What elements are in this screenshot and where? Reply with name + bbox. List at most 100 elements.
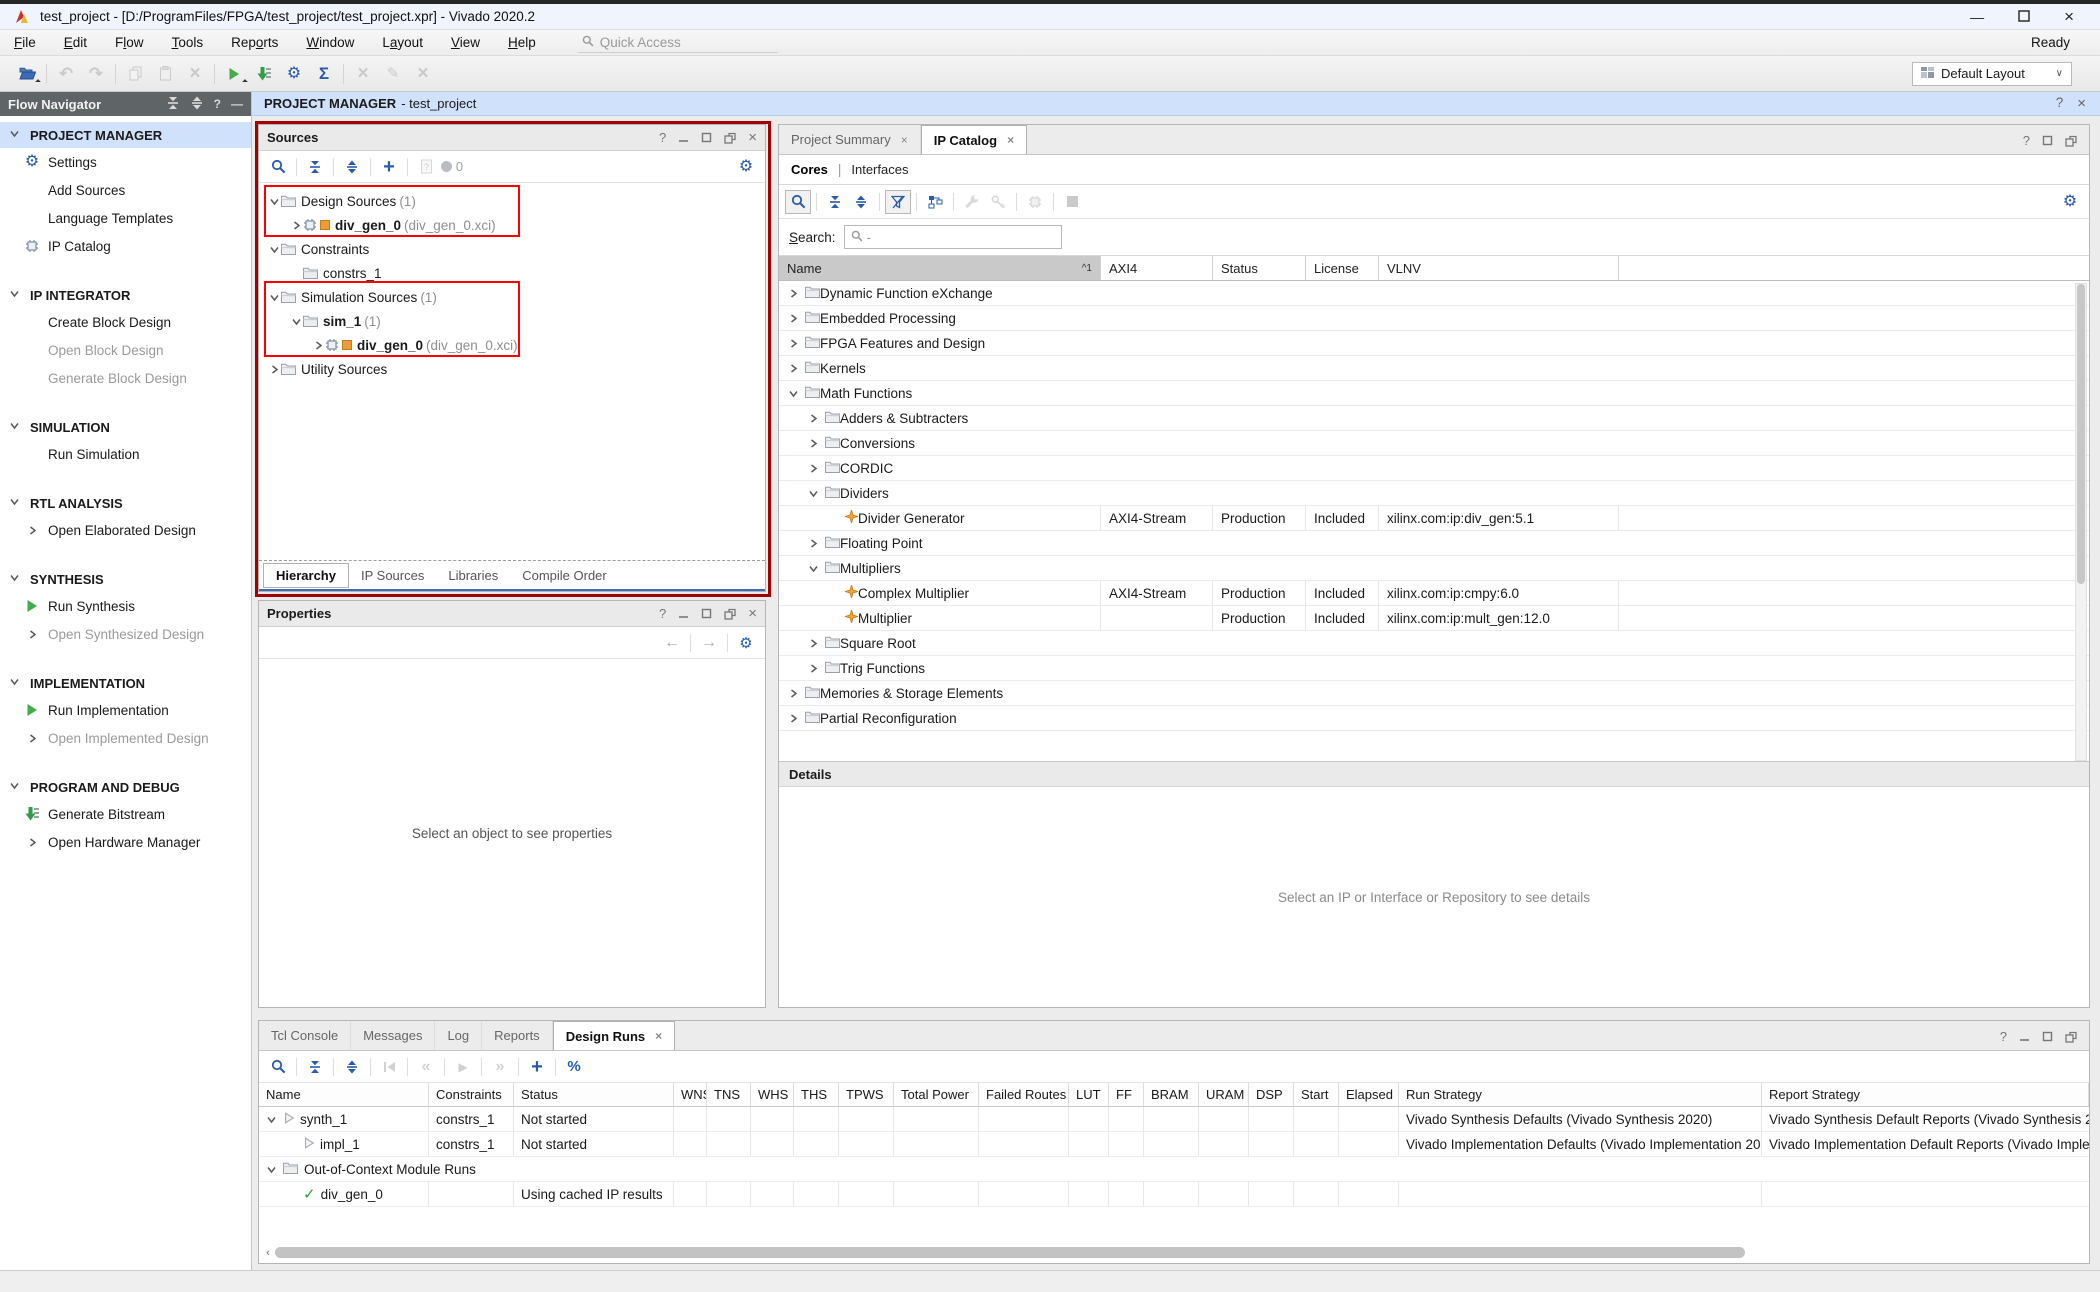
ip-tree-row-partial-reconfiguration[interactable]: Partial Reconfiguration [779,706,2089,731]
sources-tab-libraries[interactable]: Libraries [436,564,510,587]
flow-item-generate-bitstream[interactable]: Generate Bitstream [0,800,251,828]
ip-tree-row-cordic[interactable]: CORDIC [779,456,2089,481]
flow-section-header-project-manager[interactable]: PROJECT MANAGER [0,122,251,148]
chevron-right-icon[interactable] [789,361,805,376]
column-header-whs[interactable]: WHS [751,1083,794,1106]
column-header-lut[interactable]: LUT [1069,1083,1109,1106]
gear-icon[interactable]: ⚙ [2057,190,2083,214]
ip-tree-row-fpga-features-and-design[interactable]: FPGA Features and Design [779,331,2089,356]
ip-tree-row-multiplier[interactable]: MultiplierProductionIncludedxilinx.com:i… [779,606,2089,631]
search-icon[interactable] [265,1055,291,1079]
add-sources-icon[interactable]: + [376,155,402,179]
redo-icon[interactable]: ↷ [81,61,111,87]
column-header-axi4[interactable]: AXI4 [1101,256,1213,280]
column-header-report-strategy[interactable]: Report Strategy [1762,1083,2089,1106]
ip-tree-row-trig-functions[interactable]: Trig Functions [779,656,2089,681]
tab-ip-catalog[interactable]: IP Catalog× [921,125,1027,154]
sources-tab-compile-order[interactable]: Compile Order [510,564,619,587]
properties-panel-header[interactable]: Properties ?× [259,601,765,627]
create-run-icon[interactable]: + [524,1055,550,1079]
back-arrow-icon[interactable]: ← [659,631,685,655]
flow-item-open-elaborated-design[interactable]: Open Elaborated Design [0,516,251,544]
help-icon[interactable]: ? [659,130,666,145]
maximize-icon[interactable] [701,608,712,619]
column-header-failed-routes[interactable]: Failed Routes [979,1083,1069,1106]
column-header-name[interactable]: Name [259,1083,429,1106]
ip-tree-row-square-root[interactable]: Square Root [779,631,2089,656]
cancel-run-icon[interactable]: × [348,61,378,87]
flow-item-create-block-design[interactable]: Create Block Design [0,308,251,336]
scrollbar-thumb[interactable] [2077,284,2085,584]
tab-design-runs[interactable]: Design Runs× [553,1021,675,1050]
chevron-right-icon[interactable] [809,536,825,551]
float-icon[interactable] [724,608,736,620]
run-row-impl_1[interactable]: impl_1constrs_1Not startedVivado Impleme… [259,1132,2089,1157]
column-header-status[interactable]: Status [514,1083,674,1106]
chevron-right-icon[interactable] [809,461,825,476]
column-header-dsp[interactable]: DSP [1249,1083,1294,1106]
flow-item-run-implementation[interactable]: Run Implementation [0,696,251,724]
flow-section-header-program-and-debug[interactable]: PROGRAM AND DEBUG [0,774,251,800]
column-header-total-power[interactable]: Total Power [894,1083,979,1106]
close-button[interactable]: × [2064,7,2074,27]
quick-access-search[interactable]: Quick Access [578,33,778,53]
chevron-down-icon[interactable] [267,293,281,302]
ip-tree-row-adders-subtracters[interactable]: Adders & Subtracters [779,406,2089,431]
forward-arrow-icon[interactable]: → [696,631,722,655]
chevron-right-icon[interactable] [789,336,805,351]
flow-item-ip-catalog[interactable]: IP Catalog [0,232,251,260]
abort-icon[interactable]: × [408,61,438,87]
flow-section-header-implementation[interactable]: IMPLEMENTATION [0,670,251,696]
chevron-right-icon[interactable] [789,286,805,301]
source-tree-row-Design Sources[interactable]: Design Sources (1) [259,189,765,213]
float-icon[interactable] [2065,1031,2077,1043]
run-settings-icon[interactable]: % [561,1055,587,1079]
ip-tree-row-conversions[interactable]: Conversions [779,431,2089,456]
column-header-vlnv[interactable]: VLNV [1379,256,1619,280]
ip-tree-row-dynamic-function-exchange[interactable]: Dynamic Function eXchange [779,281,2089,306]
expand-all-icon[interactable] [190,96,204,113]
source-tree-row-div_gen_0[interactable]: div_gen_0 (div_gen_0.xci) [259,213,765,237]
ip-search-input[interactable]: - [844,225,1062,249]
chevron-down-icon[interactable] [809,561,825,576]
column-header-start[interactable]: Start [1294,1083,1339,1106]
subtab-cores[interactable]: Cores [791,162,828,177]
help-icon[interactable]: ? [2023,133,2030,148]
run-row-synth_1[interactable]: synth_1constrs_1Not startedVivado Synthe… [259,1107,2089,1132]
chevron-down-icon[interactable] [267,1112,283,1127]
flow-item-generate-block-design[interactable]: Generate Block Design [0,364,251,392]
tab-project-summary[interactable]: Project Summary× [779,125,921,154]
step-forward-icon[interactable]: » [487,1055,513,1079]
close-tab-icon[interactable]: × [1007,133,1014,147]
search-icon[interactable] [265,155,291,179]
flow-item-open-implemented-design[interactable]: Open Implemented Design [0,724,251,752]
chevron-right-icon[interactable] [789,311,805,326]
delete-icon[interactable]: × [180,61,210,87]
close-tab-icon[interactable]: × [901,133,908,147]
menu-flow[interactable]: Flow [101,32,158,53]
open-project-icon[interactable] [12,61,42,87]
minimize-icon[interactable] [678,132,689,143]
help-icon[interactable]: ? [214,97,221,111]
paste-icon[interactable] [150,61,180,87]
vertical-scrollbar[interactable] [2075,283,2087,761]
float-icon[interactable] [2065,135,2077,147]
chevron-right-icon[interactable] [809,661,825,676]
column-header-tns[interactable]: TNS [707,1083,751,1106]
copy-icon[interactable] [120,61,150,87]
close-icon[interactable]: × [2077,95,2086,112]
column-header-tpws[interactable]: TPWS [839,1083,894,1106]
flow-item-open-hardware-manager[interactable]: Open Hardware Manager [0,828,251,856]
source-tree-row-Utility Sources[interactable]: Utility Sources [259,357,765,381]
ip-tree-row-divider-generator[interactable]: Divider GeneratorAXI4-StreamProductionIn… [779,506,2089,531]
subtab-interfaces[interactable]: Interfaces [851,162,908,177]
chevron-down-icon[interactable] [289,317,303,326]
collapse-all-icon[interactable] [302,155,328,179]
column-header-name[interactable]: Name^1 [779,256,1101,280]
menu-tools[interactable]: Tools [158,32,218,53]
close-icon[interactable]: × [748,605,757,622]
flow-item-settings[interactable]: ⚙Settings [0,148,251,176]
minimize-button[interactable]: — [1970,9,1984,25]
column-header-run-strategy[interactable]: Run Strategy [1399,1083,1762,1106]
flow-item-open-synthesized-design[interactable]: Open Synthesized Design [0,620,251,648]
